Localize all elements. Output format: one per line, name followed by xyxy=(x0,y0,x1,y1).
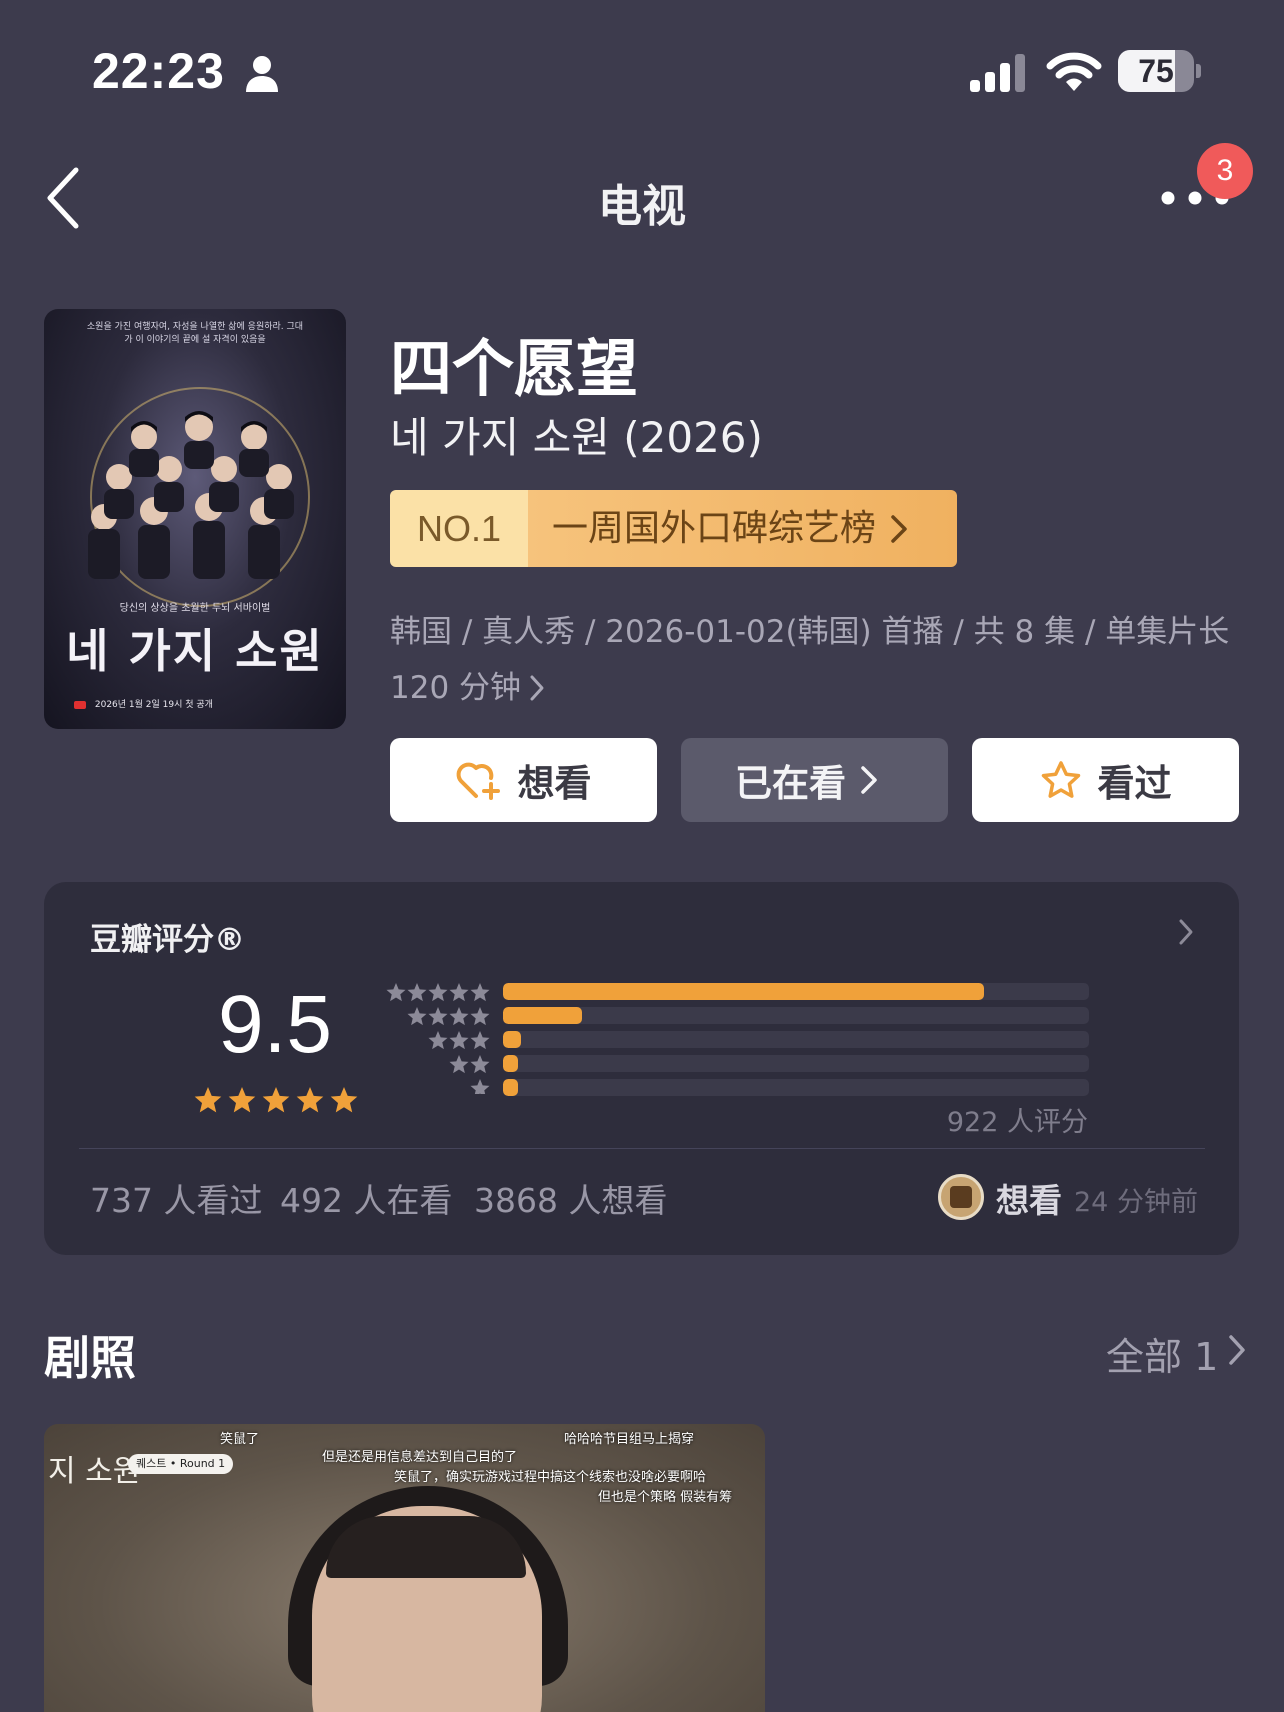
star-icon xyxy=(470,1007,490,1026)
rank-list-label: 一周国外口碑综艺榜 xyxy=(552,508,877,549)
friend-time: 24 分钟前 xyxy=(1074,1187,1198,1218)
heart-plus-icon xyxy=(456,762,500,800)
rank-list-name: 一周国外口碑综艺榜 xyxy=(528,490,957,567)
still-chip: 퀘스트 • Round 1 xyxy=(128,1454,234,1474)
star-icon xyxy=(449,1031,469,1050)
stat-watched[interactable]: 737 人看过 xyxy=(90,1174,262,1222)
chevron-right-icon xyxy=(530,675,544,701)
star-icon xyxy=(228,1087,256,1113)
page-title: 电视 xyxy=(598,181,686,232)
poster-footer: 2026년 1월 2일 19시 첫 공개 xyxy=(74,697,334,710)
star-icon xyxy=(194,1087,222,1113)
watching-button[interactable]: 已在看 xyxy=(681,738,948,822)
still-image[interactable]: 지 소원 퀘스트 • Round 1 笑鼠了 哈哈哈节目组马上揭穿 但是还是用信… xyxy=(44,1424,765,1712)
rating-bar-fill xyxy=(503,983,984,1000)
chevron-right-icon xyxy=(891,514,907,543)
rating-bar-2-star xyxy=(503,1055,1089,1072)
star-icon xyxy=(386,983,406,1002)
poster-tagline: 소원을 가진 여행자여, 자성을 나열한 삶에 응원하라. 그대가 이 이야기의… xyxy=(86,322,304,345)
rating-score: 9.5 xyxy=(218,979,332,1070)
star-icon xyxy=(470,983,490,1002)
star-icon xyxy=(470,1055,490,1074)
star-icon xyxy=(330,1087,358,1113)
star-icon xyxy=(428,1007,448,1026)
rank-position: NO.1 xyxy=(390,490,528,567)
watching-label: 已在看 xyxy=(735,762,846,805)
distribution-stars xyxy=(386,983,490,1094)
chevron-right-icon[interactable] xyxy=(1228,1334,1246,1366)
still-caption: 哈哈哈节目组马上揭穿 xyxy=(564,1432,695,1447)
star-icon xyxy=(296,1087,324,1113)
watched-button[interactable]: 看过 xyxy=(972,738,1239,822)
poster-footer-text: 2026년 1월 2일 19시 첫 공개 xyxy=(94,700,213,710)
show-title: 四个愿望 xyxy=(390,332,639,405)
rating-bar-fill xyxy=(503,1007,583,1024)
rating-bar-5-star xyxy=(503,983,1089,1000)
friend-action: 想看 xyxy=(996,1181,1062,1220)
star-outline-icon xyxy=(1041,761,1080,798)
still-logo: 지 소원 xyxy=(48,1454,141,1489)
stills-title: 剧照 xyxy=(44,1331,136,1385)
still-caption: 笑鼠了 xyxy=(220,1432,260,1447)
still-caption: 笑鼠了，确实玩游戏过程中搞这个线索也没啥必要啊哈 xyxy=(394,1470,707,1485)
want-to-watch-button[interactable]: 想看 xyxy=(390,738,657,822)
still-fringe xyxy=(326,1516,526,1578)
score-stars xyxy=(194,1087,358,1113)
signal-icon xyxy=(970,54,1025,92)
poster-cast-image xyxy=(88,411,294,579)
battery-level: 75 xyxy=(1138,53,1174,89)
star-icon xyxy=(470,1031,490,1050)
notification-badge: 3 xyxy=(1197,143,1253,199)
person-icon xyxy=(246,56,278,92)
chevron-right-icon[interactable] xyxy=(1178,918,1194,946)
show-meta-text: 韩国 / 真人秀 / 2026-01-02(韩国) 首播 / 共 8 集 / 单… xyxy=(390,614,1230,706)
stills-all-link[interactable]: 全部 1 xyxy=(1106,1326,1218,1381)
rating-bar-fill xyxy=(503,1031,521,1048)
rating-bar-fill xyxy=(503,1055,518,1072)
star-icon xyxy=(449,983,469,1002)
star-icon xyxy=(407,983,427,1002)
chevron-right-icon xyxy=(861,766,877,794)
watched-label: 看过 xyxy=(1097,762,1172,805)
star-icon xyxy=(449,1055,469,1074)
rating-bar-fill xyxy=(503,1079,518,1096)
star-icon xyxy=(262,1087,290,1113)
want-to-watch-label: 想看 xyxy=(517,762,592,805)
still-caption: 但也是个策略 假装有筹 xyxy=(598,1490,733,1505)
star-icon xyxy=(470,1079,490,1094)
star-icon xyxy=(428,983,448,1002)
rating-bar-3-star xyxy=(503,1031,1089,1048)
star-icon xyxy=(449,1007,469,1026)
show-meta[interactable]: 韩国 / 真人秀 / 2026-01-02(韩国) 首播 / 共 8 集 / 单… xyxy=(390,604,1230,716)
poster-title: 네 가지 소원 xyxy=(66,624,324,678)
rating-bar-4-star xyxy=(503,1007,1089,1024)
rating-count: 922 人评分 xyxy=(946,1107,1088,1138)
rating-bar-1-star xyxy=(503,1079,1089,1096)
stat-want[interactable]: 3868 人想看 xyxy=(474,1174,667,1222)
rating-label: 豆瓣评分® xyxy=(90,922,245,958)
avatar[interactable] xyxy=(938,1174,984,1220)
still-caption: 但是还是用信息差达到自己目的了 xyxy=(322,1450,518,1465)
status-time: 22:23 xyxy=(92,43,225,99)
wifi-icon xyxy=(1046,52,1102,91)
star-icon xyxy=(407,1007,427,1026)
divider xyxy=(79,1148,1205,1149)
poster-subline: 당신의 상상을 초월한 두뇌 서바이벌 xyxy=(119,603,271,614)
star-icon xyxy=(428,1031,448,1050)
rank-banner[interactable]: NO.1 一周国外口碑综艺榜 xyxy=(390,490,957,567)
youtube-icon xyxy=(74,700,86,709)
show-poster[interactable]: 소원을 가진 여행자여, 자성을 나열한 삶에 응원하라. 그대가 이 이야기의… xyxy=(44,309,346,729)
rating-distribution xyxy=(503,983,1089,1103)
battery-icon: 75 xyxy=(1118,50,1202,92)
show-original-title: 네 가지 소원 (2026) xyxy=(390,413,763,462)
stat-watching[interactable]: 492 人在看 xyxy=(280,1174,452,1222)
